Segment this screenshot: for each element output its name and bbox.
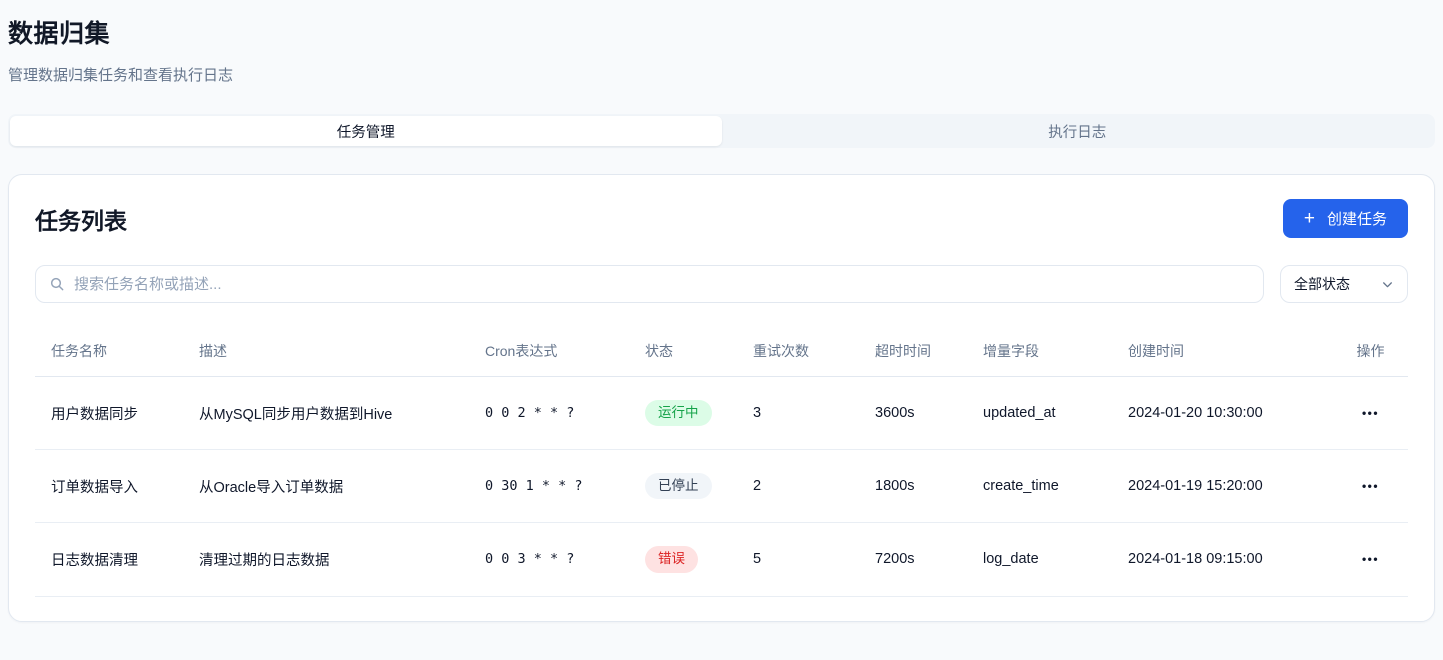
search-input[interactable] (74, 276, 1250, 293)
task-table: 任务名称 描述 Cron表达式 状态 重试次数 超时时间 增量字段 创建时间 操… (35, 329, 1408, 597)
task-incr-field: create_time (967, 450, 1112, 523)
status-filter-value: 全部状态 (1294, 274, 1350, 294)
column-header-description: 描述 (183, 329, 469, 377)
task-description: 从Oracle导入订单数据 (183, 450, 469, 523)
status-badge: 已停止 (645, 473, 712, 499)
page-subtitle: 管理数据归集任务和查看执行日志 (8, 64, 1435, 85)
column-header-cron: Cron表达式 (469, 329, 629, 377)
task-name: 用户数据同步 (35, 377, 183, 450)
column-header-created: 创建时间 (1112, 329, 1333, 377)
row-actions-button[interactable]: ••• (1362, 406, 1379, 420)
task-list-card: 任务列表 + 创建任务 全部状态 (8, 174, 1435, 622)
card-header: 任务列表 + 创建任务 (35, 199, 1408, 238)
task-retries: 2 (737, 450, 859, 523)
table-row: 订单数据导入 从Oracle导入订单数据 0 30 1 * * ? 已停止 2 … (35, 450, 1408, 523)
page-title: 数据归集 (8, 14, 1435, 50)
column-header-retries: 重试次数 (737, 329, 859, 377)
create-task-button[interactable]: + 创建任务 (1283, 199, 1408, 238)
table-header-row: 任务名称 描述 Cron表达式 状态 重试次数 超时时间 增量字段 创建时间 操… (35, 329, 1408, 377)
task-incr-field: updated_at (967, 377, 1112, 450)
tab-execution-logs[interactable]: 执行日志 (722, 116, 1434, 146)
table-row: 用户数据同步 从MySQL同步用户数据到Hive 0 0 2 * * ? 运行中… (35, 377, 1408, 450)
tab-execution-logs-label: 执行日志 (1048, 121, 1106, 142)
search-icon (49, 276, 65, 292)
task-incr-field: log_date (967, 523, 1112, 596)
card-title: 任务列表 (35, 202, 127, 236)
status-badge: 运行中 (645, 400, 712, 426)
task-name: 日志数据清理 (35, 523, 183, 596)
filter-row: 全部状态 (35, 265, 1408, 303)
page: 数据归集 管理数据归集任务和查看执行日志 任务管理 执行日志 任务列表 + 创建… (0, 0, 1443, 636)
task-cron: 0 0 3 * * ? (469, 523, 629, 596)
column-header-status: 状态 (629, 329, 737, 377)
task-name: 订单数据导入 (35, 450, 183, 523)
column-header-incr-field: 增量字段 (967, 329, 1112, 377)
row-actions-button[interactable]: ••• (1362, 479, 1379, 493)
task-created: 2024-01-18 09:15:00 (1112, 523, 1333, 596)
row-actions-button[interactable]: ••• (1362, 552, 1379, 566)
task-retries: 3 (737, 377, 859, 450)
task-retries: 5 (737, 523, 859, 596)
task-description: 从MySQL同步用户数据到Hive (183, 377, 469, 450)
task-created: 2024-01-19 15:20:00 (1112, 450, 1333, 523)
create-task-button-label: 创建任务 (1327, 208, 1387, 229)
tab-task-management-label: 任务管理 (337, 121, 395, 142)
column-header-actions: 操作 (1333, 329, 1408, 377)
task-cron: 0 30 1 * * ? (469, 450, 629, 523)
task-description: 清理过期的日志数据 (183, 523, 469, 596)
task-timeout: 1800s (859, 450, 967, 523)
column-header-timeout: 超时时间 (859, 329, 967, 377)
plus-icon: + (1304, 209, 1315, 228)
status-badge: 错误 (645, 546, 698, 572)
tab-task-management[interactable]: 任务管理 (10, 116, 722, 146)
task-cron: 0 0 2 * * ? (469, 377, 629, 450)
tabbar: 任务管理 执行日志 (8, 114, 1435, 148)
search-box (35, 265, 1264, 303)
task-timeout: 7200s (859, 523, 967, 596)
table-row: 日志数据清理 清理过期的日志数据 0 0 3 * * ? 错误 5 7200s … (35, 523, 1408, 596)
task-created: 2024-01-20 10:30:00 (1112, 377, 1333, 450)
status-filter-select[interactable]: 全部状态 (1280, 265, 1408, 303)
chevron-down-icon (1381, 278, 1394, 291)
column-header-name: 任务名称 (35, 329, 183, 377)
task-timeout: 3600s (859, 377, 967, 450)
